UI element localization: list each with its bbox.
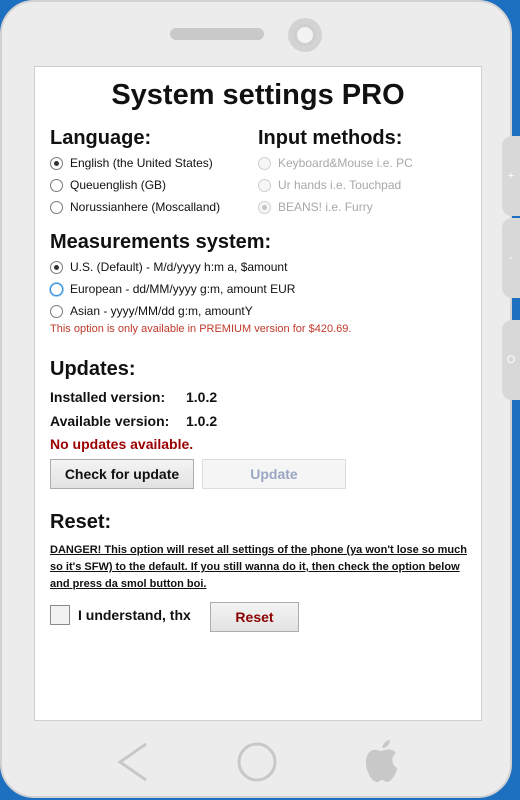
input-option-label: BEANS! i.e. Furry <box>278 200 373 214</box>
camera-icon <box>288 18 322 52</box>
installed-version-value: 1.0.2 <box>186 389 218 405</box>
input-option-touchpad: Ur hands i.e. Touchpad <box>258 178 401 192</box>
reset-button[interactable]: Reset <box>210 602 299 632</box>
input-option-beans: BEANS! i.e. Furry <box>258 200 373 214</box>
back-icon[interactable] <box>112 740 152 784</box>
page-title: System settings PRO <box>111 79 405 111</box>
available-version-value: 1.0.2 <box>186 413 218 429</box>
radio-icon[interactable] <box>50 304 63 318</box>
power-button[interactable]: O <box>502 320 520 400</box>
phone-frame: System settings PRO Language: English (t… <box>0 0 512 798</box>
radio-icon[interactable] <box>50 156 63 170</box>
side-button-label: + <box>507 170 515 182</box>
measurement-option-label: European - dd/MM/yyyy g:m, amount EUR <box>70 282 296 296</box>
measurement-option-us[interactable]: U.S. (Default) - M/d/yyyy h:m a, $amount <box>50 260 287 274</box>
measurement-option-label: U.S. (Default) - M/d/yyyy h:m a, $amount <box>70 260 288 274</box>
side-button-label: O <box>506 354 516 366</box>
check-for-update-button[interactable]: Check for update <box>50 459 194 489</box>
measurement-option-asian[interactable]: Asian - yyyy/MM/dd g:m, amountY <box>50 304 253 318</box>
reset-warning: DANGER! This option will reset all setti… <box>50 544 467 590</box>
language-option-english[interactable]: English (the United States) <box>50 156 213 170</box>
radio-icon[interactable] <box>50 282 63 296</box>
updates-heading: Updates: <box>50 358 136 380</box>
input-option-keyboard-mouse: Keyboard&Mouse i.e. PC <box>258 156 413 170</box>
input-methods-heading: Input methods: <box>258 127 403 149</box>
measurement-option-label: Asian - yyyy/MM/dd g:m, amountY <box>70 304 253 318</box>
update-status: No updates available. <box>50 436 194 452</box>
available-version-label: Available version: <box>50 413 170 429</box>
input-option-label: Ur hands i.e. Touchpad <box>278 178 402 192</box>
home-icon[interactable] <box>235 740 279 784</box>
radio-icon[interactable] <box>50 178 63 192</box>
volume-up-button[interactable]: + <box>502 136 520 216</box>
radio-icon <box>258 156 271 170</box>
measurements-heading: Measurements system: <box>50 231 272 253</box>
language-heading: Language: <box>50 127 152 149</box>
radio-icon <box>258 200 271 214</box>
language-option-label: English (the United States) <box>70 156 213 170</box>
premium-note: This option is only available in PREMIUM… <box>50 323 352 335</box>
radio-icon <box>258 178 271 192</box>
phone-speaker <box>170 28 264 40</box>
apple-icon[interactable] <box>362 738 398 784</box>
understand-checkbox[interactable] <box>50 605 70 625</box>
radio-icon[interactable] <box>50 260 63 274</box>
side-button-label: - <box>509 252 513 264</box>
volume-down-button[interactable]: - <box>502 218 520 298</box>
language-option-norussianhere[interactable]: Norussianhere (Moscalland) <box>50 200 220 214</box>
language-option-label: Queuenglish (GB) <box>70 178 167 192</box>
reset-heading: Reset: <box>50 511 112 533</box>
measurement-option-european[interactable]: European - dd/MM/yyyy g:m, amount EUR <box>50 282 295 296</box>
language-option-label: Norussianhere (Moscalland) <box>70 200 221 214</box>
understand-label[interactable]: I understand, thx <box>78 607 191 623</box>
input-option-label: Keyboard&Mouse i.e. PC <box>278 156 413 170</box>
language-option-queuenglish[interactable]: Queuenglish (GB) <box>50 178 166 192</box>
radio-icon[interactable] <box>50 200 63 214</box>
installed-version-label: Installed version: <box>50 389 166 405</box>
settings-screen: System settings PRO Language: English (t… <box>34 66 482 721</box>
update-button: Update <box>202 459 346 489</box>
